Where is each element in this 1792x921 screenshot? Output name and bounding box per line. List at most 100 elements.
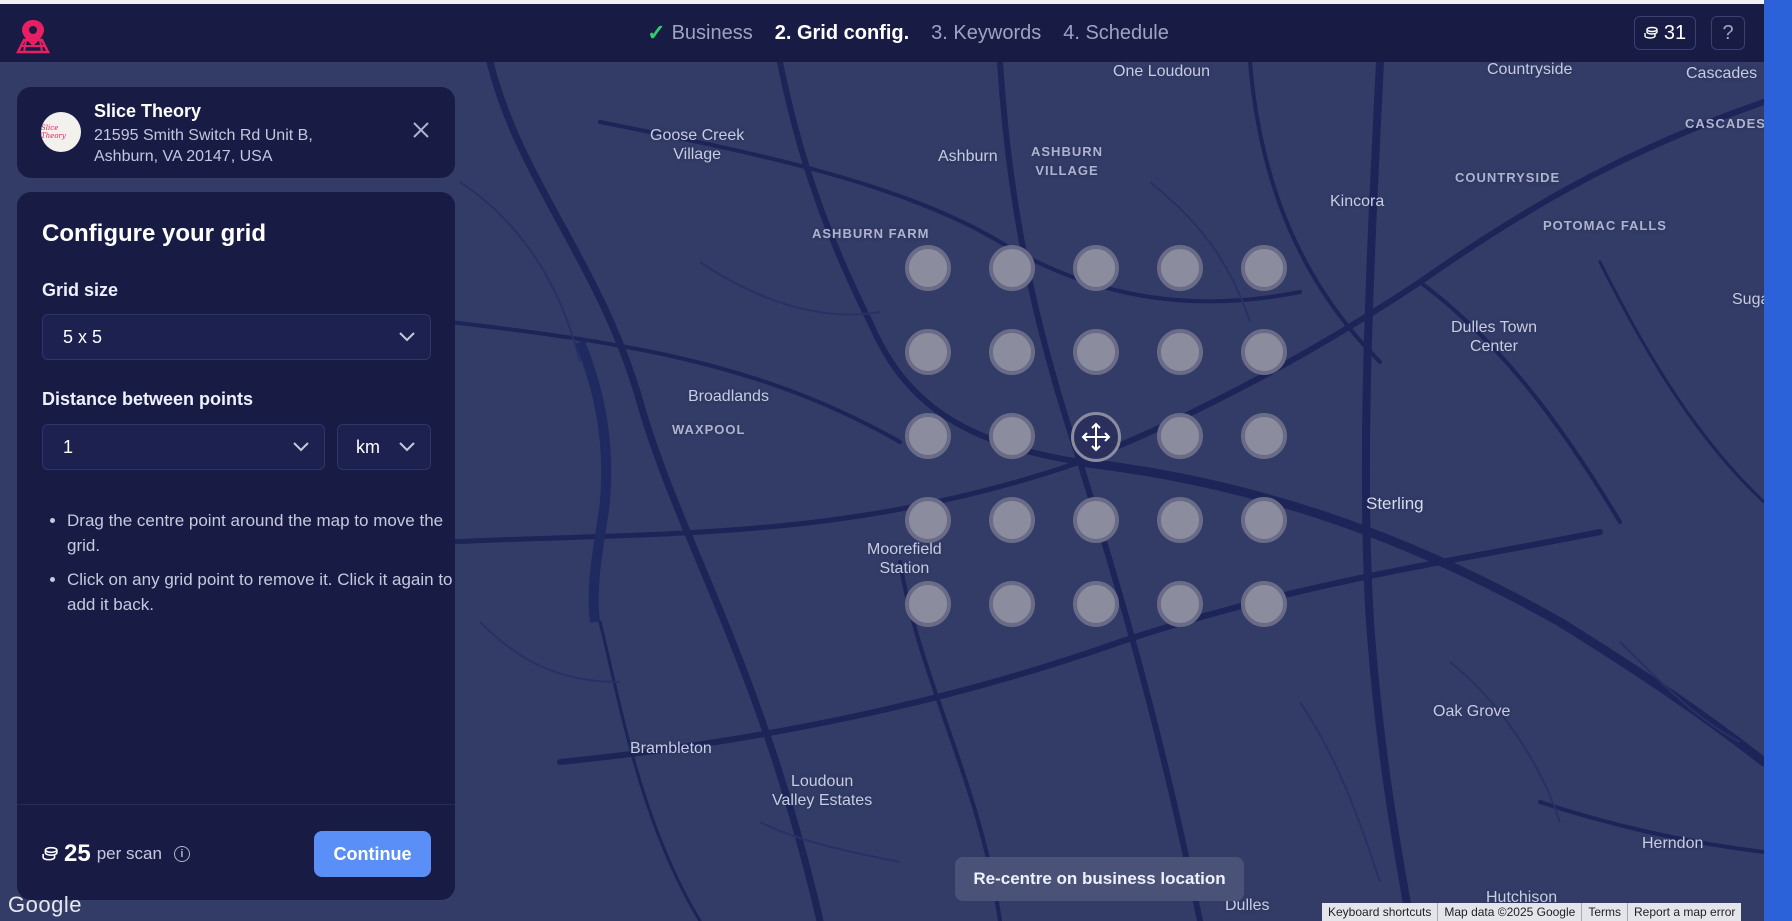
grid-point[interactable] xyxy=(989,497,1035,543)
map-label: Goose Creek Village xyxy=(650,127,745,163)
grid-point[interactable] xyxy=(1073,245,1119,291)
step-label: 2. Grid config. xyxy=(774,21,910,44)
terms-link[interactable]: Terms xyxy=(1581,903,1627,921)
grid-point[interactable] xyxy=(905,329,951,375)
instruction-item: Click on any grid point to remove it. Cl… xyxy=(67,567,462,617)
help-icon: ? xyxy=(1722,21,1734,44)
step-label: 4. Schedule xyxy=(1063,21,1169,44)
map-label: Moorefield Station xyxy=(867,541,942,577)
keyboard-shortcuts-link[interactable]: Keyboard shortcuts xyxy=(1322,903,1437,921)
cost-suffix: per scan xyxy=(96,844,162,863)
step-business[interactable]: ✓ Business xyxy=(647,20,753,46)
map-label: ASHBURN FARM xyxy=(812,226,930,241)
map-data-text: Map data ©2025 Google xyxy=(1437,903,1581,921)
chevron-down-icon xyxy=(293,442,309,452)
move-icon xyxy=(1081,422,1111,452)
coins-icon xyxy=(42,846,58,861)
map-label: POTOMAC FALLS xyxy=(1543,218,1667,233)
business-name: Slice Theory xyxy=(94,101,202,121)
help-button[interactable]: ? xyxy=(1711,16,1745,50)
scan-cost: 25 per scan i xyxy=(42,840,190,868)
map-attribution: Keyboard shortcuts Map data ©2025 Google… xyxy=(1322,903,1742,921)
grid-point[interactable] xyxy=(1157,245,1203,291)
grid-size-label: Grid size xyxy=(42,280,119,300)
grid-point[interactable] xyxy=(1157,413,1203,459)
map-label: WAXPOOL xyxy=(672,422,746,437)
business-avatar: Slice Theory xyxy=(41,112,81,152)
checkmark-icon: ✓ xyxy=(647,20,666,45)
grid-point[interactable] xyxy=(989,581,1035,627)
grid-size-value: 5 x 5 xyxy=(63,326,103,347)
browser-edge xyxy=(1764,0,1792,921)
grid-point[interactable] xyxy=(1157,329,1203,375)
grid-point[interactable] xyxy=(1241,581,1287,627)
instructions-list: Drag the centre point around the map to … xyxy=(42,508,462,626)
grid-size-select[interactable]: 5 x 5 xyxy=(42,314,431,360)
grid-point[interactable] xyxy=(905,497,951,543)
map-label: Countryside xyxy=(1487,62,1573,78)
grid-point[interactable] xyxy=(905,245,951,291)
grid-point[interactable] xyxy=(1073,581,1119,627)
map-label: Ashburn xyxy=(938,148,998,165)
grid-point[interactable] xyxy=(1241,245,1287,291)
map-label: Broadlands xyxy=(688,388,769,405)
credits-button[interactable]: 31 xyxy=(1634,16,1696,50)
info-icon[interactable]: i xyxy=(173,846,190,862)
map-label: Loudoun Valley Estates xyxy=(772,773,873,809)
chevron-down-icon xyxy=(399,442,415,452)
header-bar: ✓ Business 2. Grid config. 3. Keywords 4… xyxy=(0,4,1764,62)
map-label: Suga xyxy=(1732,291,1764,308)
step-label: 3. Keywords xyxy=(931,21,1042,44)
wizard-steps: ✓ Business 2. Grid config. 3. Keywords 4… xyxy=(0,4,1764,62)
distance-label: Distance between points xyxy=(42,389,254,409)
grid-point[interactable] xyxy=(1157,497,1203,543)
map-label: COUNTRYSIDE xyxy=(1455,170,1561,185)
grid-point[interactable] xyxy=(905,581,951,627)
instruction-item: Drag the centre point around the map to … xyxy=(67,508,462,558)
map-label: Sterling xyxy=(1366,494,1424,513)
grid-point[interactable] xyxy=(1073,497,1119,543)
step-label: Business xyxy=(671,21,753,44)
distance-select[interactable]: 1 xyxy=(42,424,325,470)
step-grid-config[interactable]: 2. Grid config. xyxy=(775,22,909,45)
map-label: Kincora xyxy=(1330,193,1385,210)
business-address: 21595 Smith Switch Rd Unit B, Ashburn, V… xyxy=(94,127,313,165)
app-window: One Loudoun Countryside Cascades Goose C… xyxy=(0,0,1764,921)
grid-point[interactable] xyxy=(989,245,1035,291)
grid-point[interactable] xyxy=(989,413,1035,459)
avatar-logo-text: Slice Theory xyxy=(41,124,66,140)
grid-point[interactable] xyxy=(1241,413,1287,459)
map-label: Herndon xyxy=(1642,835,1704,852)
map-label: Cascades xyxy=(1686,65,1758,82)
grid-point[interactable] xyxy=(1241,497,1287,543)
map-label: Dulles Town Center xyxy=(1451,319,1537,355)
continue-button[interactable]: Continue xyxy=(314,831,431,877)
grid-point[interactable] xyxy=(1157,581,1203,627)
cost-value: 25 xyxy=(64,840,91,867)
chevron-down-icon xyxy=(399,332,415,342)
business-card: Slice Theory Slice Theory 21595 Smith Sw… xyxy=(17,87,455,178)
grid-point[interactable] xyxy=(1073,329,1119,375)
map-label: ASHBURN VILLAGE xyxy=(1031,144,1103,178)
recentre-button[interactable]: Re-centre on business location xyxy=(955,857,1244,901)
grid-config-panel: Configure your grid Grid size 5 x 5 Dist… xyxy=(17,192,455,900)
unit-value: km xyxy=(356,436,380,457)
coins-icon xyxy=(1644,26,1658,39)
google-logo: Google xyxy=(8,892,82,917)
credits-count: 31 xyxy=(1663,21,1687,44)
report-error-link[interactable]: Report a map error xyxy=(1627,903,1741,921)
grid-point[interactable] xyxy=(1241,329,1287,375)
unit-select[interactable]: km xyxy=(337,424,431,470)
divider xyxy=(17,804,455,805)
map-label: Brambleton xyxy=(630,740,712,757)
grid-centre-handle[interactable] xyxy=(1071,412,1121,462)
step-keywords[interactable]: 3. Keywords xyxy=(931,22,1041,45)
map-label: One Loudoun xyxy=(1113,63,1210,80)
map-label: Oak Grove xyxy=(1433,703,1511,720)
grid-point[interactable] xyxy=(989,329,1035,375)
step-schedule[interactable]: 4. Schedule xyxy=(1063,22,1169,45)
grid-point[interactable] xyxy=(905,413,951,459)
close-icon[interactable] xyxy=(410,121,432,143)
distance-value: 1 xyxy=(63,436,74,457)
map-label: CASCADES xyxy=(1685,116,1764,131)
